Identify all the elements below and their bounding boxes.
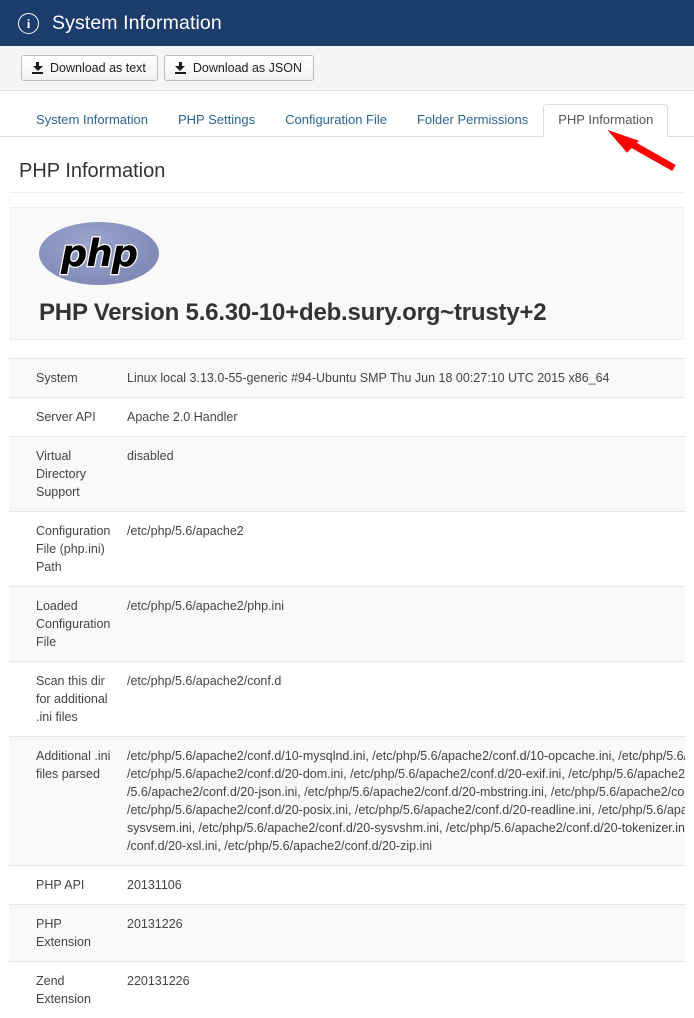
page-title: PHP Information (19, 160, 685, 183)
table-row: Configuration File (php.ini) Path /etc/p… (9, 512, 685, 587)
row-label: PHP API (9, 866, 127, 905)
row-label: Configuration File (php.ini) Path (9, 512, 127, 587)
download-as-text-button[interactable]: Download as text (21, 55, 158, 81)
php-version-banner: php PHP Version 5.6.30-10+deb.sury.org~t… (10, 207, 684, 340)
download-as-json-label: Download as JSON (193, 62, 302, 75)
tab-php-information[interactable]: PHP Information (543, 104, 668, 137)
tab-configuration-file[interactable]: Configuration File (270, 104, 402, 137)
table-row: Scan this dir for additional .ini files … (9, 662, 685, 737)
table-row: System Linux local 3.13.0-55-generic #94… (9, 359, 685, 398)
toolbar: Download as text Download as JSON (0, 46, 694, 91)
tabs-container: System Information PHP Settings Configur… (0, 91, 694, 137)
php-logo-icon: php (39, 222, 159, 285)
row-label: Zend Extension (9, 962, 127, 1018)
download-icon (175, 62, 186, 74)
row-label: Server API (9, 398, 127, 437)
table-row: Virtual Directory Support disabled (9, 437, 685, 512)
table-row: Server API Apache 2.0 Handler (9, 398, 685, 437)
row-value: /etc/php/5.6/apache2/conf.d/10-mysqlnd.i… (127, 737, 685, 866)
tab-php-settings[interactable]: PHP Settings (163, 104, 270, 137)
row-value: 20131106 (127, 866, 685, 905)
download-as-text-label: Download as text (50, 62, 146, 75)
row-value: Linux local 3.13.0-55-generic #94-Ubuntu… (127, 359, 685, 398)
row-label: Scan this dir for additional .ini files (9, 662, 127, 737)
table-row: Loaded Configuration File /etc/php/5.6/a… (9, 587, 685, 662)
table-row: PHP API 20131106 (9, 866, 685, 905)
row-label: Loaded Configuration File (9, 587, 127, 662)
php-logo-text: php (39, 234, 159, 271)
row-value: /etc/php/5.6/apache2/conf.d (127, 662, 685, 737)
row-label: Virtual Directory Support (9, 437, 127, 512)
table-row: Additional .ini files parsed /etc/php/5.… (9, 737, 685, 866)
row-label: Additional .ini files parsed (9, 737, 127, 866)
row-label: System (9, 359, 127, 398)
row-value: /etc/php/5.6/apache2/php.ini (127, 587, 685, 662)
info-circle-icon: i (18, 13, 39, 34)
tab-folder-permissions[interactable]: Folder Permissions (402, 104, 543, 137)
row-value: 20131226 (127, 905, 685, 962)
row-value: /etc/php/5.6/apache2 (127, 512, 685, 587)
php-info-table: System Linux local 3.13.0-55-generic #94… (9, 358, 685, 1018)
main-content: PHP Information php PHP Version 5.6.30-1… (0, 160, 694, 1018)
download-as-json-button[interactable]: Download as JSON (164, 55, 314, 81)
page-header-title: System Information (52, 12, 222, 35)
row-value: Apache 2.0 Handler (127, 398, 685, 437)
row-label: PHP Extension (9, 905, 127, 962)
tab-system-information[interactable]: System Information (21, 104, 163, 137)
php-info-table-body: System Linux local 3.13.0-55-generic #94… (9, 359, 685, 1018)
info-icon-glyph: i (27, 17, 31, 30)
row-value: 220131226 (127, 962, 685, 1018)
row-value: disabled (127, 437, 685, 512)
table-row: Zend Extension 220131226 (9, 962, 685, 1018)
download-icon (32, 62, 43, 74)
table-row: PHP Extension 20131226 (9, 905, 685, 962)
tab-bar: System Information PHP Settings Configur… (0, 105, 694, 137)
title-divider (10, 192, 684, 193)
php-version-text: PHP Version 5.6.30-10+deb.sury.org~trust… (39, 299, 683, 327)
app-header: i System Information (0, 0, 694, 46)
